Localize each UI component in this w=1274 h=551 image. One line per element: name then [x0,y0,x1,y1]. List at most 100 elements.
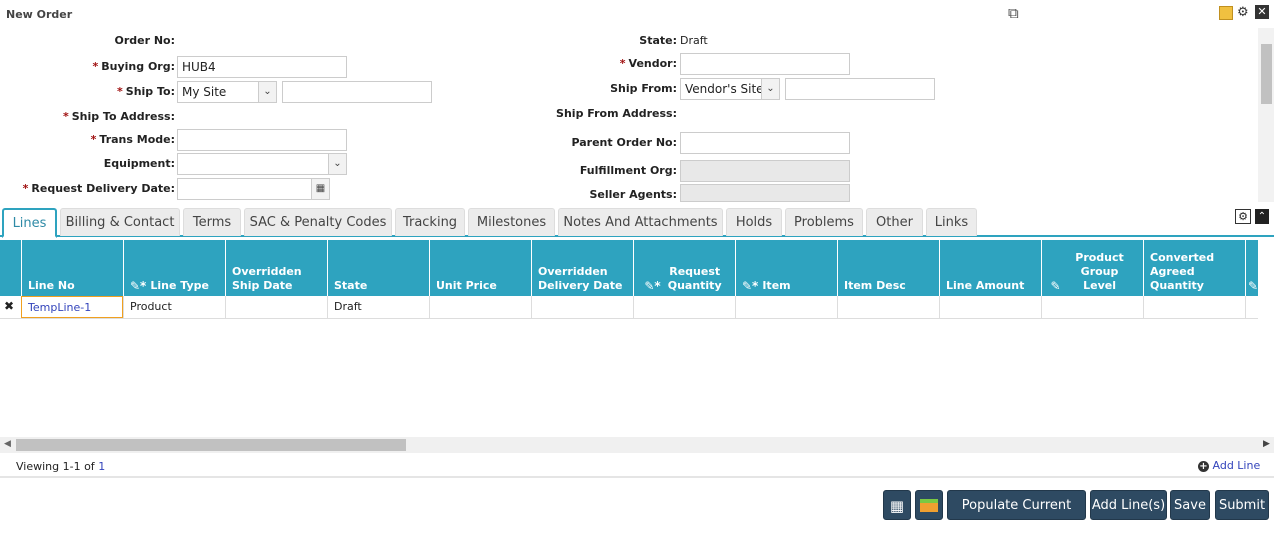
table-cell[interactable] [531,296,633,318]
scroll-right-icon[interactable]: ▶ [1263,439,1270,449]
tab-links[interactable]: Links [926,208,977,236]
column-header[interactable]: Unit Price [429,240,531,296]
tab-sac-penalty-codes[interactable]: SAC & Penalty Codes [244,208,392,236]
ship-from-address-label: Ship From Address: [556,107,677,120]
request-delivery-date-input[interactable]: ▦ [177,178,330,200]
collapse-icon[interactable]: ⌃ [1255,209,1269,224]
state-label: State: [639,34,677,47]
table-cell[interactable] [429,296,531,318]
ship-to-select[interactable]: My Site ⌄ [177,81,277,103]
form-scroll-thumb[interactable] [1261,44,1272,104]
vendor-input[interactable] [680,53,850,75]
edit-required-icon: ✎* [130,279,147,293]
close-icon[interactable]: ✕ [1255,5,1269,19]
ship-to-label: * Ship To: [117,85,175,98]
fulfillment-org-input [680,160,850,182]
equipment-label: Equipment: [103,157,175,170]
ship-from-label: Ship From: [610,82,677,95]
truck-load-button[interactable] [915,490,943,520]
tab-other[interactable]: Other [866,208,923,236]
add-line-link[interactable]: + Add Line [1198,459,1260,472]
calculator-button[interactable]: ▦ [883,490,911,520]
table-row: ✖ TempLine-1 Product Draft [0,296,1258,319]
table-cell[interactable] [1245,296,1258,318]
trans-mode-label: * Trans Mode: [90,133,175,146]
table-footer: Viewing 1-1 of 1 + Add Line [0,455,1274,478]
column-header[interactable]: ✎* Item [735,240,837,296]
table-cell[interactable] [633,296,735,318]
chevron-down-icon: ⌄ [258,82,276,102]
submit-button[interactable]: Submit [1215,490,1269,520]
edit-icon: ✎ [1248,279,1258,293]
column-header[interactable]: Converted Agreed Quantity [1143,240,1245,296]
request-delivery-date-label: * Request Delivery Date: [22,182,175,195]
edit-icon: ✎ [1050,279,1061,293]
column-header[interactable]: Overridden Ship Date [225,240,327,296]
table-scroll-thumb[interactable] [16,439,406,451]
delete-row-icon[interactable]: ✖ [0,296,21,318]
column-header[interactable]: ✎Li [1245,240,1258,296]
chevron-down-icon: ⌄ [761,79,779,99]
trans-mode-input[interactable] [177,129,347,151]
line-no-cell[interactable]: TempLine-1 [21,296,123,318]
settings-icon[interactable]: ⚙ [1237,5,1249,20]
column-header[interactable]: State [327,240,429,296]
state-value: Draft [680,34,708,47]
tab-tracking[interactable]: Tracking [395,208,465,236]
parent-order-no-label: Parent Order No: [571,136,677,149]
seller-agents-label: Seller Agents: [589,188,677,201]
table-cell[interactable] [837,296,939,318]
copy-icon[interactable]: ⧉ [1008,4,1019,22]
column-header[interactable]: Line No [21,240,123,296]
column-header[interactable]: Line Amount [939,240,1041,296]
vendor-label: * Vendor: [619,57,677,70]
ship-to-extra-input[interactable] [282,81,432,103]
scroll-left-icon[interactable]: ◀ [4,439,11,449]
column-header[interactable]: Overridden Delivery Date [531,240,633,296]
tab-billing-contact[interactable]: Billing & Contact [60,208,180,236]
line-type-cell[interactable]: Product [123,296,225,318]
ship-from-select[interactable]: Vendor's Site ⌄ [680,78,780,100]
column-header[interactable]: Item Desc [837,240,939,296]
fulfillment-org-label: Fulfillment Org: [579,164,677,177]
ship-to-address-label: * Ship To Address: [62,110,175,123]
equipment-select[interactable]: ⌄ [177,153,347,175]
column-header[interactable]: ✎* Request Quantity [633,240,735,296]
edit-required-icon: ✎* [742,279,759,293]
tab-problems[interactable]: Problems [785,208,863,236]
tab-holds[interactable]: Holds [726,208,782,236]
tab-milestones[interactable]: Milestones [468,208,555,236]
column-header[interactable]: ✎ Product Group Level [1041,240,1143,296]
table-cell[interactable] [735,296,837,318]
calculator-icon: ▦ [889,497,905,515]
parent-order-no-input[interactable] [680,132,850,154]
seller-agents-input [680,184,850,202]
column-header[interactable]: ✎* Line Type [123,240,225,296]
tab-lines[interactable]: Lines [2,208,57,238]
hierarchy-icon[interactable] [1219,6,1233,20]
edit-required-icon: ✎* [644,279,661,293]
table-cell[interactable] [1041,296,1143,318]
plus-circle-icon: + [1198,461,1209,472]
grid-settings-icon[interactable]: ⚙ [1235,209,1251,224]
page-title: New Order [6,8,73,21]
table-cell[interactable] [939,296,1041,318]
buying-org-input[interactable]: HUB4 [177,56,347,78]
calendar-icon[interactable]: ▦ [311,179,329,199]
order-no-label: Order No: [114,34,175,47]
add-lines-button[interactable]: Add Line(s) [1090,490,1167,520]
save-button[interactable]: Save [1170,490,1210,520]
buying-org-label: * Buying Org: [92,60,175,73]
tab-terms[interactable]: Terms [183,208,241,236]
populate-current-boh-button[interactable]: Populate Current BOH [947,490,1086,543]
tab-notes-attachments[interactable]: Notes And Attachments [558,208,723,236]
tab-bar: Lines Billing & Contact Terms SAC & Pena… [0,208,1274,238]
overridden-ship-date-cell[interactable] [225,296,327,318]
viewing-count: Viewing 1-1 of 1 [16,460,106,473]
table-cell[interactable] [1143,296,1245,318]
chevron-down-icon: ⌄ [328,154,346,174]
ship-from-extra-input[interactable] [785,78,935,100]
table-header: Line No ✎* Line Type Overridden Ship Date… [0,240,1258,296]
truck-load-icon [920,499,938,512]
state-cell: Draft [327,296,429,318]
